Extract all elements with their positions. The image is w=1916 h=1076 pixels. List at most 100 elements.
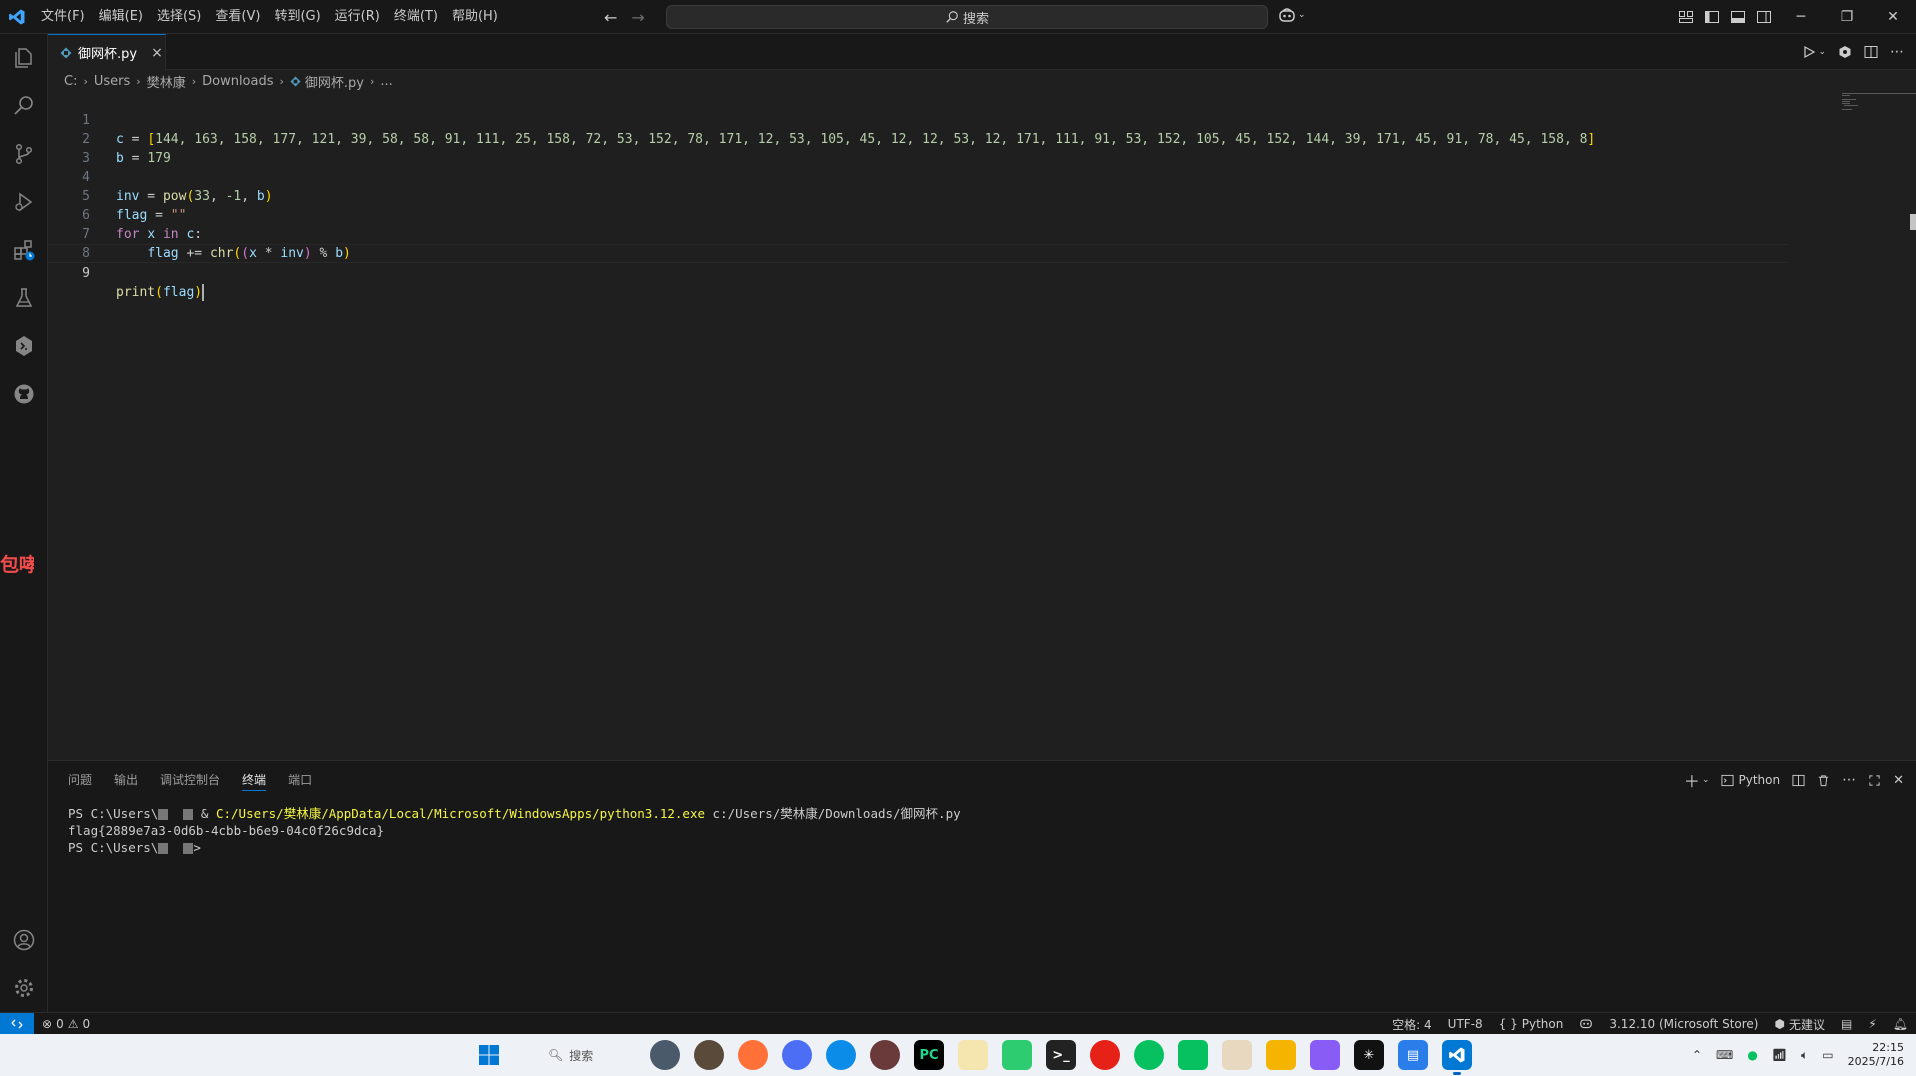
pycharm-icon[interactable]: PC (914, 1040, 944, 1070)
extensions-icon[interactable] (0, 226, 48, 274)
copilot-status-icon[interactable] (1579, 1017, 1593, 1032)
notes-app-icon[interactable] (958, 1040, 988, 1070)
firefox-icon[interactable] (738, 1040, 768, 1070)
maximize-panel-icon[interactable] (1868, 774, 1881, 787)
indentation-status[interactable]: 空格: 4 (1392, 1016, 1432, 1033)
battery-icon[interactable]: ▭ (1822, 1048, 1833, 1062)
close-panel-icon[interactable]: ✕ (1893, 773, 1904, 788)
testing-icon[interactable] (0, 274, 48, 322)
run-and-debug-icon[interactable] (0, 178, 48, 226)
terminal-instance[interactable]: Python (1721, 773, 1780, 787)
more-actions-icon[interactable]: ⋯ (1842, 772, 1856, 788)
split-editor-icon[interactable] (1864, 45, 1878, 59)
toggle-primary-sidebar-icon[interactable] (1704, 9, 1720, 25)
search-view-icon[interactable] (0, 82, 48, 130)
command-center-search[interactable]: 搜索 (666, 5, 1268, 29)
ime-icon[interactable]: ⌨ (1716, 1048, 1733, 1062)
menu-bar: 文件(F) 编辑(E) 选择(S) 查看(V) 转到(G) 运行(R) 终端(T… (34, 0, 505, 34)
problems-status[interactable]: ⊗ 0 ⚠ 0 (34, 1017, 90, 1031)
breadcrumb-drive[interactable]: C: (64, 74, 77, 89)
split-terminal-icon[interactable] (1792, 774, 1805, 787)
forward-arrow-icon[interactable]: → (631, 8, 644, 27)
python-file-icon (290, 75, 301, 87)
wechat-icon[interactable] (1178, 1040, 1208, 1070)
edge-icon[interactable] (826, 1040, 856, 1070)
green-app-icon[interactable] (1002, 1040, 1032, 1070)
close-window-icon[interactable]: ✕ (1870, 0, 1916, 34)
tab-terminal[interactable]: 终端 (242, 761, 267, 799)
avatar-app-icon[interactable] (694, 1040, 724, 1070)
vscode-taskbar-icon[interactable] (1442, 1040, 1472, 1075)
file-status-icon[interactable]: ▤ (1841, 1017, 1852, 1031)
windows-start-icon[interactable] (474, 1040, 504, 1070)
browser-icon[interactable] (782, 1040, 812, 1070)
new-terminal-icon[interactable]: ＋ (1684, 768, 1700, 792)
toggle-secondary-sidebar-icon[interactable] (1756, 9, 1772, 25)
more-actions-icon[interactable]: ⋯ (1890, 44, 1904, 60)
tweak-icon[interactable]: ⚡ (1868, 1017, 1876, 1031)
notepad-icon[interactable]: ▤ (1398, 1040, 1428, 1070)
terminal-app-icon[interactable]: >_ (1046, 1040, 1076, 1070)
menu-help[interactable]: 帮助(H) (445, 0, 505, 34)
chat-app-icon[interactable] (1134, 1040, 1164, 1070)
tab-yuwangbei-py[interactable]: 御网杯.py × (48, 34, 166, 70)
volume-icon[interactable]: 🔈︎ (1801, 1048, 1808, 1063)
code-editor[interactable]: 1 c = [144, 163, 158, 177, 121, 39, 58, … (48, 92, 1916, 760)
terminal-dropdown-icon[interactable]: ⌄ (1702, 775, 1710, 785)
pet-app-icon[interactable] (1222, 1040, 1252, 1070)
tab-debug-console[interactable]: 调试控制台 (160, 761, 220, 799)
star-app-icon[interactable]: ✳ (1354, 1040, 1384, 1070)
suggestions-status[interactable]: ⬢ 无建议 (1774, 1016, 1825, 1033)
explorer-icon[interactable] (0, 34, 48, 82)
menu-edit[interactable]: 编辑(E) (92, 0, 150, 34)
menu-file[interactable]: 文件(F) (34, 0, 92, 34)
terminal-output[interactable]: PS C:\Users\ & C:/Users/樊林康/AppData/Loca… (68, 805, 961, 856)
python-interpreter-status[interactable]: 3.12.10 (Microsoft Store) (1609, 1017, 1758, 1031)
accounts-icon[interactable] (0, 916, 48, 964)
minimize-icon[interactable]: ─ (1778, 0, 1824, 34)
menu-run[interactable]: 运行(R) (328, 0, 387, 34)
wifi-icon[interactable]: 📶︎ (1772, 1048, 1787, 1062)
copilot-chat-icon[interactable] (1838, 45, 1852, 59)
breadcrumb-file[interactable]: 御网杯.py (305, 72, 364, 91)
copilot-button[interactable]: ⌄ (1278, 7, 1306, 23)
run-python-file-icon[interactable]: ⌄ (1802, 45, 1826, 59)
restore-icon[interactable]: ❐ (1824, 0, 1870, 34)
back-arrow-icon[interactable]: ← (604, 8, 617, 27)
netease-music-icon[interactable] (1090, 1040, 1120, 1070)
file-explorer-icon[interactable] (1266, 1040, 1296, 1070)
menu-terminal[interactable]: 终端(T) (387, 0, 445, 34)
drawing-app-icon[interactable] (1310, 1040, 1340, 1070)
breadcrumb-symbols[interactable]: ... (380, 74, 392, 89)
terminal-shell-label: Python (1738, 773, 1781, 787)
source-control-icon[interactable] (0, 130, 48, 178)
remote-indicator-icon[interactable] (0, 1012, 34, 1035)
notifications-bell-icon[interactable]: 🔔︎ (1893, 1017, 1908, 1031)
clock[interactable]: 22:15 2025/7/16 (1848, 1041, 1904, 1069)
menu-go[interactable]: 转到(G) (267, 0, 327, 34)
menu-view[interactable]: 查看(V) (208, 0, 267, 34)
tab-output[interactable]: 输出 (114, 761, 138, 799)
encoding-status[interactable]: UTF-8 (1448, 1017, 1483, 1031)
settings-gear-icon[interactable] (0, 964, 48, 1012)
toggle-panel-icon[interactable] (1730, 9, 1746, 25)
tab-problems[interactable]: 问题 (68, 761, 92, 799)
app-icon-1[interactable] (650, 1040, 680, 1070)
breadcrumb: C: › Users › 樊林康 › Downloads › 御网杯.py › … (48, 70, 1916, 92)
customize-layout-icon[interactable] (1678, 9, 1694, 25)
github-icon[interactable] (0, 370, 48, 418)
tray-app-icon[interactable]: ● (1747, 1048, 1757, 1062)
close-tab-icon[interactable]: × (151, 45, 163, 61)
taskbar-search[interactable]: 🔍︎ 搜索 (518, 1040, 636, 1070)
breadcrumb-users[interactable]: Users (94, 74, 130, 89)
breadcrumb-downloads[interactable]: Downloads (202, 74, 273, 89)
game-app-icon[interactable] (870, 1040, 900, 1070)
trash-icon[interactable] (1817, 774, 1830, 787)
chevron-up-icon[interactable]: ⌃ (1692, 1048, 1702, 1062)
menu-selection[interactable]: 选择(S) (150, 0, 208, 34)
remote-explorer-icon[interactable] (0, 322, 48, 370)
language-mode[interactable]: { } Python (1499, 1017, 1564, 1031)
minimap[interactable] (1842, 92, 1916, 122)
tab-ports[interactable]: 端口 (288, 761, 312, 799)
breadcrumb-user[interactable]: 樊林康 (147, 72, 186, 91)
